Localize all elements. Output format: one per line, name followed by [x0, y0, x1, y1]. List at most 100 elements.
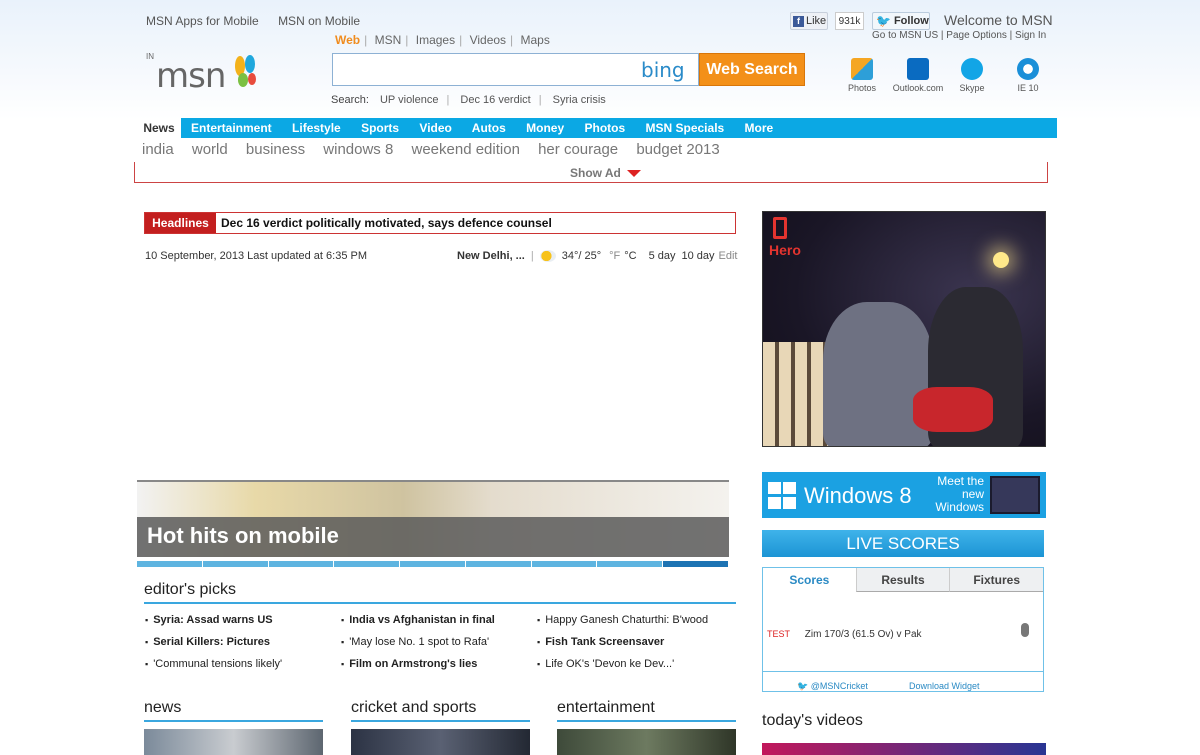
pick-link[interactable]: Serial Killers: Pictures — [145, 636, 282, 648]
slide-dot[interactable] — [597, 561, 664, 567]
subnav-item[interactable]: weekend edition — [412, 141, 520, 158]
tab-results[interactable]: Results — [855, 568, 950, 592]
pick-link[interactable]: Syria: Assad warns US — [145, 614, 282, 626]
headline-ticker[interactable]: Headlines Dec 16 verdict politically mot… — [144, 212, 736, 234]
logo-text: msn — [156, 56, 226, 96]
subnav-item[interactable]: her courage — [538, 141, 618, 158]
slide-dot[interactable] — [531, 561, 598, 567]
subnav-item[interactable]: india — [142, 141, 174, 158]
celsius-toggle[interactable]: °C — [624, 250, 636, 262]
windows8-banner[interactable]: Windows 8 Meet the new Windows — [762, 472, 1046, 518]
videos-thumbnail[interactable] — [762, 743, 1046, 755]
hero-advertisement[interactable]: Hero — [762, 211, 1046, 447]
fahrenheit-toggle[interactable]: °F — [609, 250, 620, 262]
editors-picks-title: editor's picks — [144, 581, 736, 604]
download-widget-link[interactable]: Download Widget — [909, 681, 980, 691]
main-nav: News Entertainment Lifestyle Sports Vide… — [137, 118, 1057, 138]
slide-dot[interactable] — [202, 561, 269, 567]
tab-scores[interactable]: Scores — [763, 568, 856, 592]
show-ad-toggle[interactable]: Show Ad — [570, 166, 641, 180]
weather-city[interactable]: New Delhi, ... — [457, 250, 525, 262]
nav-item-autos[interactable]: Autos — [472, 121, 506, 135]
nav-item-sports[interactable]: Sports — [361, 121, 399, 135]
nav-item-more[interactable]: More — [745, 121, 774, 135]
nav-item-msn-specials[interactable]: MSN Specials — [646, 121, 725, 135]
weather-edit-link[interactable]: Edit — [719, 250, 738, 262]
subnav-item[interactable]: budget 2013 — [636, 141, 719, 158]
pick-link[interactable]: Life OK's 'Devon ke Dev...' — [537, 658, 708, 670]
ten-day-link[interactable]: 10 day — [682, 250, 715, 262]
partly-sunny-icon — [539, 250, 556, 262]
slide-dot[interactable] — [400, 561, 466, 567]
apps-for-mobile-link[interactable]: MSN Apps for Mobile — [146, 14, 259, 28]
msn-on-mobile-link[interactable]: MSN on Mobile — [278, 14, 360, 28]
microphone-icon[interactable] — [1021, 623, 1029, 637]
five-day-link[interactable]: 5 day — [649, 250, 676, 262]
search-tab-msn[interactable]: MSN — [375, 33, 402, 47]
slide-dot-active[interactable] — [663, 561, 730, 567]
nav-item-money[interactable]: Money — [526, 121, 564, 135]
pick-link[interactable]: Fish Tank Screensaver — [537, 636, 708, 648]
news-thumbnail[interactable] — [144, 729, 323, 755]
app-skype[interactable]: Skype — [942, 58, 1002, 93]
match-score: Zim 170/3 (61.5 Ov) v Pak — [804, 629, 922, 640]
search-tab-videos[interactable]: Videos — [470, 33, 506, 47]
score-widget-footer: 🐦 @MSNCricket Download Widget — [763, 671, 1043, 691]
pick-link[interactable]: 'Communal tensions likely' — [145, 658, 282, 670]
search-tab-web[interactable]: Web — [335, 33, 360, 47]
headline-text[interactable]: Dec 16 verdict politically motivated, sa… — [221, 216, 552, 230]
tab-fixtures[interactable]: Fixtures — [949, 568, 1044, 592]
tablet-graphic — [990, 476, 1040, 514]
msn-logo[interactable]: IN msn — [146, 52, 261, 96]
app-photos[interactable]: Photos — [832, 58, 892, 93]
section-news-title[interactable]: news — [144, 699, 323, 722]
search-tab-maps[interactable]: Maps — [521, 33, 550, 47]
show-ad-label: Show Ad — [570, 166, 621, 180]
slide-dot[interactable] — [334, 561, 401, 567]
subnav-item[interactable]: windows 8 — [323, 141, 393, 158]
trending-item[interactable]: Syria crisis — [553, 94, 606, 106]
subnav-item[interactable]: business — [246, 141, 305, 158]
hero-logo-icon — [773, 217, 787, 239]
app-outlook[interactable]: Outlook.com — [888, 58, 948, 93]
entertainment-thumbnail[interactable] — [557, 729, 736, 755]
skype-icon — [961, 58, 983, 80]
section-entertainment-title[interactable]: entertainment — [557, 699, 736, 722]
twitter-follow-button[interactable]: 🐦 Follow — [872, 12, 930, 30]
section-cricket-title[interactable]: cricket and sports — [351, 699, 530, 722]
top-links: MSN Apps for Mobile MSN on Mobile — [146, 14, 376, 28]
weather-temp: 34°/ 25° — [561, 250, 602, 262]
nav-item-photos[interactable]: Photos — [584, 121, 625, 135]
subnav-item[interactable]: world — [192, 141, 228, 158]
pick-link[interactable]: Film on Armstrong's lies — [341, 658, 495, 670]
search-tab-images[interactable]: Images — [416, 33, 455, 47]
pick-link[interactable]: India vs Afghanistan in final — [341, 614, 495, 626]
match-row[interactable]: TEST Zim 170/3 (61.5 Ov) v Pak — [767, 623, 1037, 640]
nav-item-news[interactable]: News — [137, 118, 181, 138]
nav-item-video[interactable]: Video — [419, 121, 451, 135]
slide-dot[interactable] — [137, 561, 203, 567]
live-scores-header: LIVE SCORES — [762, 530, 1044, 557]
twitter-bird-icon: 🐦 — [876, 14, 891, 28]
todays-videos-title[interactable]: today's videos — [762, 712, 863, 730]
nav-item-lifestyle[interactable]: Lifestyle — [292, 121, 341, 135]
twitter-handle-link[interactable]: 🐦 @MSNCricket — [797, 681, 868, 692]
account-links[interactable]: Go to MSN US | Page Options | Sign In — [872, 30, 1046, 41]
nav-item-entertainment[interactable]: Entertainment — [191, 121, 272, 135]
windows8-title: Windows 8 — [804, 483, 912, 508]
web-search-button[interactable]: Web Search — [699, 53, 805, 86]
slideshow-pager — [137, 561, 730, 567]
facebook-like-label: Like — [806, 15, 827, 27]
butterfly-icon — [235, 55, 256, 87]
trending-item[interactable]: Dec 16 verdict — [460, 94, 530, 106]
app-ie10[interactable]: IE 10 — [998, 58, 1058, 93]
pick-link[interactable]: 'May lose No. 1 spot to Rafa' — [341, 636, 495, 648]
slideshow-title[interactable]: Hot hits on mobile — [147, 523, 339, 549]
pick-link[interactable]: Happy Ganesh Chaturthi: B'wood — [537, 614, 708, 626]
trending-item[interactable]: UP violence — [380, 94, 439, 106]
cricket-thumbnail[interactable] — [351, 729, 530, 755]
facebook-like-button[interactable]: f Like — [790, 12, 828, 30]
slide-dot[interactable] — [465, 561, 532, 567]
slide-dot[interactable] — [268, 561, 335, 567]
trending-label: Search: — [331, 94, 369, 106]
